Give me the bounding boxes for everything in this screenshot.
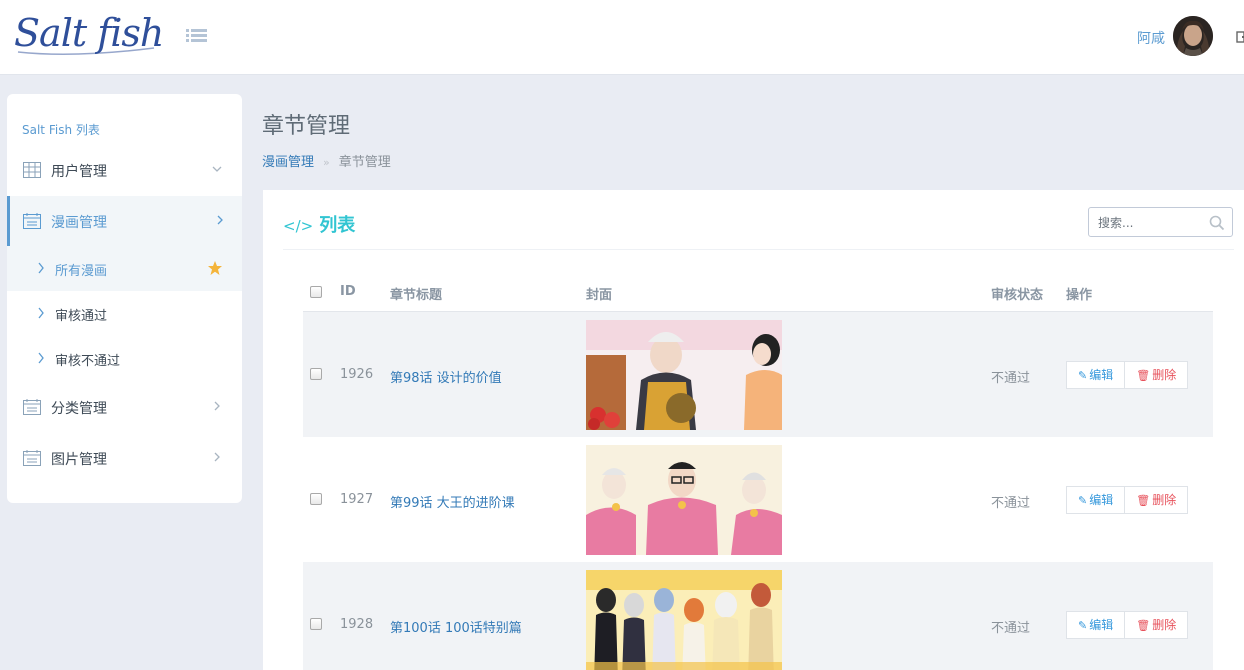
cell-title-link[interactable]: 第99话 大王的进阶课 bbox=[390, 492, 515, 511]
trash-icon: 🗑 bbox=[1136, 619, 1151, 632]
cell-id: 1927 bbox=[340, 492, 374, 507]
column-header-actions: 操作 bbox=[1066, 288, 1093, 303]
sidebar-item-comics[interactable]: 漫画管理 bbox=[7, 196, 242, 246]
search-box[interactable] bbox=[1088, 207, 1233, 237]
edit-button[interactable]: ✎ 编辑 bbox=[1066, 486, 1126, 514]
chevron-right-icon bbox=[214, 213, 226, 227]
table-icon bbox=[23, 162, 41, 178]
sidebar-item-label: 用户管理 bbox=[51, 164, 107, 180]
cover-image bbox=[586, 320, 782, 430]
portlet-divider bbox=[283, 249, 1234, 250]
row-checkbox[interactable] bbox=[310, 618, 322, 630]
edit-icon: ✎ bbox=[1078, 619, 1088, 632]
calendar-icon bbox=[23, 399, 41, 415]
cell-title-link[interactable]: 第98话 设计的价值 bbox=[390, 367, 502, 386]
select-all-checkbox[interactable] bbox=[310, 286, 322, 298]
top-bar: Salt fish 阿咸 bbox=[0, 0, 1244, 75]
row-actions: ✎ 编辑 🗑 删除 bbox=[1066, 486, 1189, 514]
edit-icon: ✎ bbox=[1078, 494, 1088, 507]
salt-fish-logo[interactable]: Salt fish bbox=[14, 8, 164, 68]
edit-button[interactable]: ✎ 编辑 bbox=[1066, 611, 1126, 639]
edit-label: 编辑 bbox=[1089, 618, 1114, 632]
sidebar-item-categories[interactable]: 分类管理 bbox=[7, 382, 242, 432]
column-header-cover: 封面 bbox=[586, 288, 613, 303]
table-row: 1926 第98话 设计的价值 不通过 ✎ 编辑 🗑 删除 bbox=[303, 312, 1213, 437]
breadcrumb-separator: » bbox=[323, 156, 330, 169]
sidebar-heading: Salt Fish 列表 bbox=[22, 123, 100, 137]
edit-button[interactable]: ✎ 编辑 bbox=[1066, 361, 1126, 389]
delete-label: 删除 bbox=[1152, 368, 1177, 382]
edit-label: 编辑 bbox=[1089, 493, 1114, 507]
cell-status: 不通过 bbox=[991, 621, 1031, 636]
sidebar-subitem-label: 审核通过 bbox=[55, 309, 108, 324]
edit-icon: ✎ bbox=[1078, 369, 1088, 382]
breadcrumb-link[interactable]: 漫画管理 bbox=[262, 155, 314, 170]
chevron-down-icon bbox=[211, 162, 223, 176]
menu-toggle-icon[interactable] bbox=[186, 28, 208, 46]
row-actions: ✎ 编辑 🗑 删除 bbox=[1066, 361, 1189, 389]
cover-image bbox=[586, 445, 782, 555]
column-header-title: 章节标题 bbox=[390, 288, 443, 303]
sidebar-subitem-approved[interactable]: 审核通过 bbox=[7, 291, 242, 336]
sidebar-subitem-rejected[interactable]: 审核不通过 bbox=[7, 336, 242, 381]
table-header: ID 章节标题 封面 审核状态 操作 bbox=[303, 272, 1213, 312]
sidebar-item-label: 漫画管理 bbox=[51, 215, 107, 231]
calendar-icon bbox=[23, 213, 41, 229]
portlet-title-text: 列表 bbox=[319, 215, 356, 236]
column-header-id: ID bbox=[340, 284, 356, 299]
chapter-table: ID 章节标题 封面 审核状态 操作 1926 第98话 设计的价值 不通过 ✎… bbox=[303, 272, 1213, 670]
chevron-right-icon bbox=[211, 399, 223, 413]
cell-id: 1926 bbox=[340, 367, 374, 382]
svg-text:Salt fish: Salt fish bbox=[14, 11, 163, 55]
delete-label: 删除 bbox=[1152, 618, 1177, 632]
logout-icon[interactable] bbox=[1236, 30, 1244, 44]
sidebar-item-images[interactable]: 图片管理 bbox=[7, 433, 242, 483]
user-name[interactable]: 阿咸 bbox=[1137, 28, 1165, 48]
star-icon bbox=[207, 260, 223, 276]
calendar-icon bbox=[23, 450, 41, 466]
chevron-right-icon bbox=[37, 262, 45, 274]
sidebar: Salt Fish 列表 用户管理 漫画管理 所有漫画 审核通过 审核不通过 分… bbox=[7, 94, 242, 503]
delete-button[interactable]: 🗑 删除 bbox=[1125, 486, 1189, 514]
delete-button[interactable]: 🗑 删除 bbox=[1125, 361, 1189, 389]
list-portlet: </> 列表 ID 章节标题 封面 审核状态 操作 1926 第98话 设计的价值 bbox=[263, 190, 1244, 670]
avatar[interactable] bbox=[1173, 16, 1213, 56]
sidebar-item-label: 图片管理 bbox=[51, 452, 107, 468]
sidebar-item-users[interactable]: 用户管理 bbox=[7, 145, 242, 195]
portlet-title: </> 列表 bbox=[283, 211, 355, 237]
column-header-status: 审核状态 bbox=[991, 288, 1044, 303]
sidebar-subitem-all-comics[interactable]: 所有漫画 bbox=[7, 246, 242, 291]
breadcrumb: 漫画管理 » 章节管理 bbox=[262, 151, 391, 170]
delete-button[interactable]: 🗑 删除 bbox=[1125, 611, 1189, 639]
chevron-right-icon bbox=[211, 450, 223, 464]
row-checkbox[interactable] bbox=[310, 493, 322, 505]
code-icon: </> bbox=[283, 217, 314, 235]
chevron-right-icon bbox=[37, 352, 45, 364]
sidebar-item-label: 分类管理 bbox=[51, 401, 107, 417]
cover-image bbox=[586, 570, 782, 670]
table-row: 1927 第99话 大王的进阶课 不通过 ✎ 编辑 🗑 删除 bbox=[303, 437, 1213, 562]
search-input[interactable] bbox=[1098, 214, 1203, 232]
row-checkbox[interactable] bbox=[310, 368, 322, 380]
sidebar-subitem-label: 审核不通过 bbox=[55, 354, 121, 369]
cell-id: 1928 bbox=[340, 617, 374, 632]
row-actions: ✎ 编辑 🗑 删除 bbox=[1066, 611, 1189, 639]
delete-label: 删除 bbox=[1152, 493, 1177, 507]
cell-status: 不通过 bbox=[991, 371, 1031, 386]
edit-label: 编辑 bbox=[1089, 368, 1114, 382]
search-icon[interactable] bbox=[1209, 215, 1225, 231]
breadcrumb-current: 章节管理 bbox=[338, 155, 391, 170]
sidebar-subitem-label: 所有漫画 bbox=[55, 264, 108, 279]
trash-icon: 🗑 bbox=[1136, 369, 1151, 382]
chevron-right-icon bbox=[37, 307, 45, 319]
table-row: 1928 第100话 100话特别篇 不通过 ✎ 编辑 🗑 删除 bbox=[303, 562, 1213, 670]
cell-title-link[interactable]: 第100话 100话特别篇 bbox=[390, 617, 522, 636]
cell-status: 不通过 bbox=[991, 496, 1031, 511]
page-title: 章节管理 bbox=[262, 114, 351, 139]
trash-icon: 🗑 bbox=[1136, 494, 1151, 507]
